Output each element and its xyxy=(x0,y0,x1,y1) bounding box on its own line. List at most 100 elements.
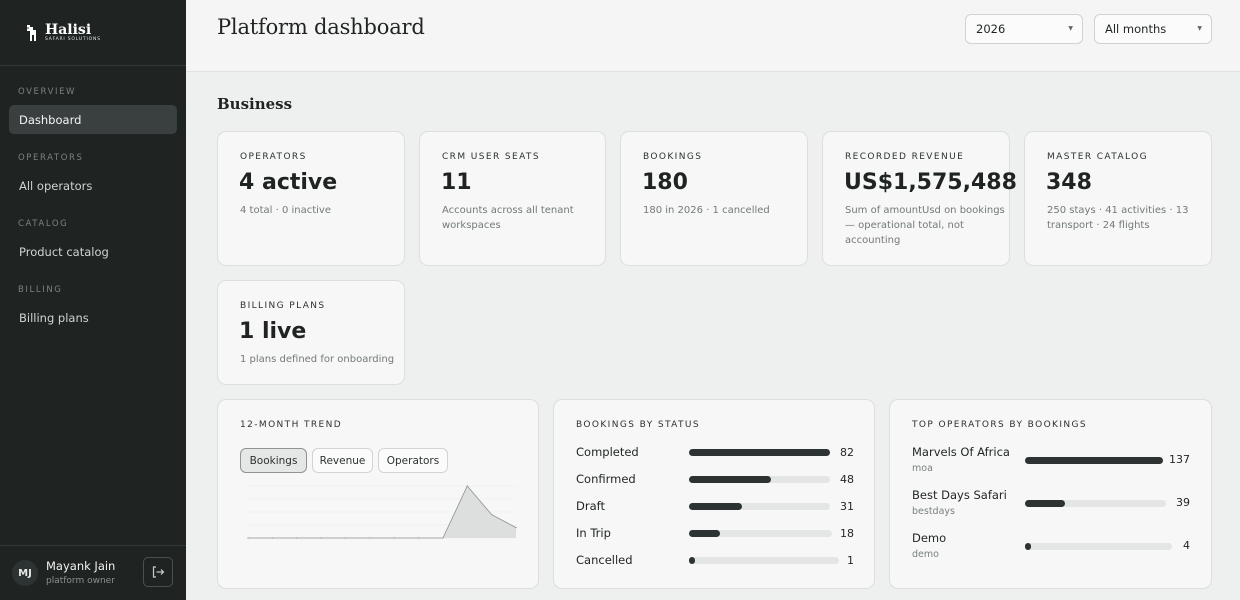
top-operators-panel: TOP OPERATORS BY BOOKINGS Marvels Of Afr… xyxy=(889,399,1212,589)
stat-label: BILLING PLANS xyxy=(240,301,326,311)
chevron-down-icon: ▼ xyxy=(1068,25,1073,32)
sidebar: Halisi SAFARI SOLUTIONS OVERVIEW Dashboa… xyxy=(0,0,186,600)
status-bar-track xyxy=(689,530,832,537)
status-bar-track xyxy=(689,503,830,510)
stat-subtext: 1 plans defined for onboarding xyxy=(240,354,395,365)
stat-card-master-catalog[interactable]: MASTER CATALOG 348 250 stays · 41 activi… xyxy=(1024,131,1212,266)
tab-revenue[interactable]: Revenue xyxy=(312,448,373,473)
operator-bookings-value: 39 xyxy=(1176,496,1190,509)
stat-value: 4 active xyxy=(239,170,338,195)
status-value-in-trip: 18 xyxy=(840,527,854,540)
operator-bar-track xyxy=(1025,457,1163,464)
sidebar-item-label: Product catalog xyxy=(19,244,109,259)
stat-label: OPERATORS xyxy=(240,152,307,162)
operator-bookings-value: 137 xyxy=(1169,453,1190,466)
operator-bar-track xyxy=(1025,500,1166,507)
trend-point xyxy=(515,527,517,529)
brand-tagline: SAFARI SOLUTIONS xyxy=(45,36,101,42)
operator-bar-track xyxy=(1025,543,1172,550)
stat-value: 348 xyxy=(1046,170,1092,195)
trend-point xyxy=(417,537,420,539)
tab-operators[interactable]: Operators xyxy=(378,448,448,473)
user-role: platform owner xyxy=(46,576,115,586)
panel-title: 12-MONTH TREND xyxy=(240,420,343,430)
operator-name[interactable]: Best Days Safari xyxy=(912,488,1007,502)
sidebar-item-billing-plans[interactable]: Billing plans xyxy=(9,303,177,332)
giraffe-logo-icon xyxy=(27,24,36,41)
tab-bookings[interactable]: Bookings xyxy=(240,448,307,473)
nav-section-catalog: CATALOG xyxy=(18,219,69,229)
stat-subtext: Accounts across all tenant workspaces xyxy=(442,205,574,231)
sidebar-item-label: Dashboard xyxy=(19,112,82,127)
section-title-business: Business xyxy=(217,95,293,113)
sidebar-item-dashboard[interactable]: Dashboard xyxy=(9,105,177,134)
trend-point xyxy=(369,537,371,539)
stat-card-operators[interactable]: OPERATORS 4 active 4 total · 0 inactive xyxy=(217,131,405,266)
sidebar-item-product-catalog[interactable]: Product catalog xyxy=(9,237,177,266)
operator-bookings-value: 4 xyxy=(1183,539,1190,552)
operator-name[interactable]: Marvels Of Africa xyxy=(912,445,1010,459)
operator-slug: moa xyxy=(912,463,933,474)
trend-chart xyxy=(247,485,517,539)
brand[interactable]: Halisi SAFARI SOLUTIONS xyxy=(0,0,186,66)
status-bar-fill xyxy=(689,476,772,483)
status-value-confirmed: 48 xyxy=(840,473,854,486)
month-select[interactable]: All months ▼ xyxy=(1094,14,1212,44)
sidebar-item-label: Billing plans xyxy=(19,310,89,325)
stat-value: 11 xyxy=(441,170,472,195)
status-label-draft: Draft xyxy=(576,499,605,513)
stat-label: MASTER CATALOG xyxy=(1047,152,1148,162)
panel-title: TOP OPERATORS BY BOOKINGS xyxy=(912,420,1088,430)
operator-name[interactable]: Demo xyxy=(912,531,946,545)
stat-subtext: 250 stays · 41 activities · 13 transport… xyxy=(1047,205,1189,231)
stat-value: 1 live xyxy=(239,319,307,344)
year-select-value: 2026 xyxy=(976,22,1006,36)
operator-slug: demo xyxy=(912,549,939,560)
operator-bar-fill xyxy=(1025,457,1163,464)
stat-label: CRM USER SEATS xyxy=(442,152,540,162)
trend-point xyxy=(296,537,298,539)
user-name: Mayank Jain xyxy=(46,559,116,573)
avatar: MJ xyxy=(12,560,38,586)
sidebar-item-all-operators[interactable]: All operators xyxy=(9,171,177,200)
status-label-in-trip: In Trip xyxy=(576,526,611,540)
stat-card-crm-user-seats[interactable]: CRM USER SEATS 11 Accounts across all te… xyxy=(419,131,606,266)
year-select[interactable]: 2026 ▼ xyxy=(965,14,1083,44)
stat-value: US$1,575,488 xyxy=(844,170,1017,195)
operator-slug: bestdays xyxy=(912,506,955,517)
status-value-completed: 82 xyxy=(840,446,854,459)
trend-point xyxy=(271,537,273,539)
brand-name: Halisi xyxy=(45,21,92,38)
stat-subtext: 4 total · 0 inactive xyxy=(240,205,331,216)
tab-label: Operators xyxy=(386,454,440,467)
logout-icon xyxy=(152,566,165,578)
status-value-cancelled: 1 xyxy=(847,554,854,567)
status-label-completed: Completed xyxy=(576,445,639,459)
stat-card-recorded-revenue[interactable]: RECORDED REVENUE US$1,575,488 Sum of amo… xyxy=(822,131,1017,266)
stat-label: BOOKINGS xyxy=(643,152,703,162)
nav-section-operators: OPERATORS xyxy=(18,153,84,163)
status-bar-fill xyxy=(689,503,743,510)
stat-card-billing-plans[interactable]: BILLING PLANS 1 live 1 plans defined for… xyxy=(217,280,405,385)
top-bar: Platform dashboard 2026 ▼ All months ▼ xyxy=(186,0,1240,72)
stat-subtext: 180 in 2026 · 1 cancelled xyxy=(643,205,770,216)
status-bar-track xyxy=(689,449,830,456)
trend-point xyxy=(491,514,493,516)
operator-bar-fill xyxy=(1025,543,1031,550)
panel-title: BOOKINGS BY STATUS xyxy=(576,420,701,430)
chevron-down-icon: ▼ xyxy=(1197,25,1202,32)
month-select-value: All months xyxy=(1105,22,1167,36)
stat-card-bookings[interactable]: BOOKINGS 180 180 in 2026 · 1 cancelled xyxy=(620,131,808,266)
logout-button[interactable] xyxy=(143,557,173,587)
trend-point xyxy=(393,537,395,539)
nav-section-overview: OVERVIEW xyxy=(18,87,77,97)
status-bar-fill xyxy=(689,557,695,564)
stat-value: 180 xyxy=(642,170,688,195)
page-title: Platform dashboard xyxy=(217,15,425,39)
status-bar-fill xyxy=(689,449,830,456)
trend-point xyxy=(247,537,249,539)
trend-point xyxy=(466,485,468,487)
status-panel: BOOKINGS BY STATUS Completed 82 Confirme… xyxy=(553,399,875,589)
status-value-draft: 31 xyxy=(840,500,854,513)
user-panel: MJ Mayank Jain platform owner xyxy=(0,545,186,600)
